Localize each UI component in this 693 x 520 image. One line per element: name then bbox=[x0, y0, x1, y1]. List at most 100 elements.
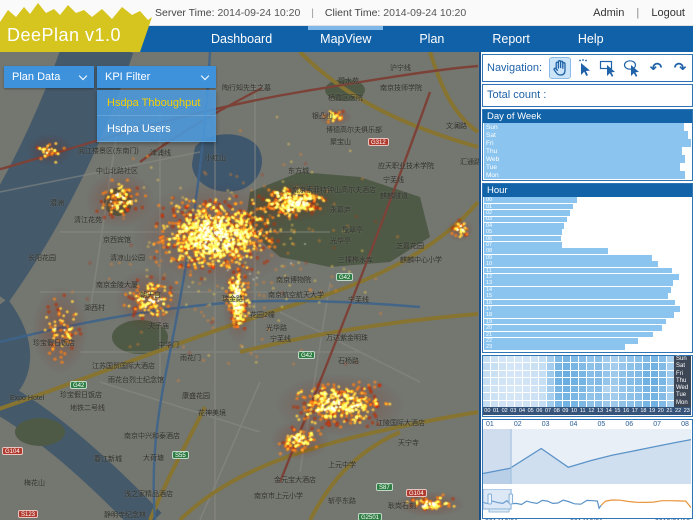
bar-thu bbox=[484, 147, 682, 154]
heatmap-cell bbox=[563, 356, 570, 362]
heatmap-cell bbox=[611, 393, 618, 399]
brush-handle[interactable] bbox=[509, 494, 513, 504]
heatmap-cell bbox=[523, 356, 530, 362]
kpi-option-hsdpa-users[interactable]: Hsdpa Users bbox=[97, 116, 216, 142]
bar-label: Web bbox=[486, 156, 499, 163]
heatmap-day-labels: SunSatFriThuWedTueMon bbox=[674, 356, 691, 407]
heatmap-cell bbox=[627, 386, 634, 392]
hour-panel: Hour 00010203040506070809101112131415161… bbox=[482, 183, 693, 353]
admin-link[interactable]: Admin bbox=[593, 7, 624, 19]
heatmap-cell bbox=[667, 356, 674, 362]
heatmap-hour-labels: 0001020304050607080910111213141516171819… bbox=[483, 407, 691, 415]
map-base-layer bbox=[0, 52, 479, 520]
heatmap-cell bbox=[523, 393, 530, 399]
heatmap-cell bbox=[643, 386, 650, 392]
heatmap-cell bbox=[547, 371, 554, 377]
heatmap-hour-label: 22 bbox=[674, 407, 683, 415]
heatmap-cell bbox=[491, 378, 498, 384]
rect-select-icon bbox=[598, 58, 618, 78]
brush-handle[interactable] bbox=[488, 494, 492, 504]
tab-plan[interactable]: Plan bbox=[395, 26, 468, 52]
heatmap-cell bbox=[539, 393, 546, 399]
redo-button[interactable]: ↷ bbox=[669, 57, 691, 79]
bar-label: 08 bbox=[486, 248, 492, 254]
kpi-option-hsdpa-thboughput[interactable]: Hsdpa Thboughput bbox=[97, 90, 216, 116]
navigation-toolbar: Navigation: bbox=[482, 54, 693, 82]
tab-help[interactable]: Help bbox=[554, 26, 628, 52]
heatmap-cell bbox=[491, 393, 498, 399]
heatmap-cell bbox=[619, 363, 626, 369]
heatmap-cell bbox=[627, 363, 634, 369]
heatmap-cell bbox=[611, 363, 618, 369]
bar-label: 19 bbox=[486, 319, 492, 325]
bar-label: 03 bbox=[486, 216, 492, 222]
chevron-down-icon bbox=[79, 72, 87, 80]
heatmap-cell bbox=[499, 393, 506, 399]
heatmap-cell bbox=[667, 363, 674, 369]
bar-hour-19 bbox=[484, 319, 666, 325]
heatmap-cell bbox=[611, 371, 618, 377]
bar-hour-07 bbox=[484, 242, 562, 248]
bar-label: 16 bbox=[486, 300, 492, 306]
plan-data-dropdown[interactable]: Plan Data bbox=[4, 66, 94, 88]
heatmap-cell bbox=[515, 363, 522, 369]
heatmap-hour-label: 01 bbox=[492, 407, 501, 415]
total-count-box: Total count : bbox=[482, 84, 693, 107]
bar-hour-18 bbox=[484, 312, 674, 318]
pointer-select-button[interactable] bbox=[573, 57, 595, 79]
heatmap-cell bbox=[651, 378, 658, 384]
heatmap-cell bbox=[587, 356, 594, 362]
day-of-week-bar-row: Sat bbox=[484, 131, 691, 139]
bar-label: 15 bbox=[486, 293, 492, 299]
map-canvas-area[interactable]: 碧水苑沪宁线南京技师学院栖霞区医院银凸山博德高尔夫俱乐部聚宝山应天职业技术学院东… bbox=[0, 52, 479, 520]
heatmap-cell bbox=[627, 356, 634, 362]
heatmap-hour-label: 00 bbox=[483, 407, 492, 415]
tab-mapview[interactable]: MapView bbox=[296, 26, 395, 52]
pan-tool-button[interactable] bbox=[549, 57, 571, 79]
brush-selection[interactable] bbox=[483, 489, 511, 509]
bar-hour-12 bbox=[484, 274, 679, 280]
tab-dashboard[interactable]: Dashboard bbox=[187, 26, 296, 52]
undo-button[interactable]: ↶ bbox=[645, 57, 667, 79]
navigation-label: Navigation: bbox=[487, 62, 542, 74]
hour-day-heatmap-panel: SunSatFriThuWedTueMon 000102030405060708… bbox=[482, 355, 693, 417]
heatmap-hour-label: 07 bbox=[544, 407, 553, 415]
heatmap-cell bbox=[499, 356, 506, 362]
heatmap-cell bbox=[579, 371, 586, 377]
heatmap-hour-label: 11 bbox=[578, 407, 587, 415]
tab-report[interactable]: Report bbox=[468, 26, 554, 52]
kpi-filter-dropdown[interactable]: KPI Filter bbox=[97, 66, 216, 88]
bar-label: Mon bbox=[486, 172, 499, 179]
heatmap-cell bbox=[635, 378, 642, 384]
heatmap-cell bbox=[547, 386, 554, 392]
heatmap-cell bbox=[555, 371, 562, 377]
heatmap-cell bbox=[635, 356, 642, 362]
timeline-brush-selector[interactable] bbox=[483, 489, 691, 513]
heatmap-cell bbox=[579, 393, 586, 399]
rect-select-button[interactable] bbox=[597, 57, 619, 79]
right-side-panel: Navigation: bbox=[479, 52, 693, 520]
bar-label: Fri bbox=[486, 140, 494, 147]
heatmap-cell bbox=[659, 393, 666, 399]
circle-select-button[interactable] bbox=[621, 57, 643, 79]
heatmap-cell bbox=[531, 386, 538, 392]
heatmap-cell bbox=[531, 356, 538, 362]
heatmap-cell bbox=[603, 371, 610, 377]
heatmap-cell bbox=[539, 371, 546, 377]
heatmap-cell bbox=[595, 378, 602, 384]
heatmap-cell bbox=[531, 378, 538, 384]
heatmap-cell bbox=[667, 378, 674, 384]
heatmap-cell bbox=[523, 363, 530, 369]
heatmap-hour-label: 17 bbox=[630, 407, 639, 415]
bar-fri bbox=[484, 139, 691, 146]
bar-label: Sat bbox=[486, 132, 496, 139]
pointer-select-icon bbox=[574, 58, 594, 78]
logout-link[interactable]: Logout bbox=[651, 7, 685, 19]
heatmap-cell bbox=[619, 386, 626, 392]
heatmap-cell bbox=[515, 371, 522, 377]
timeline-axis-label: 07 bbox=[653, 420, 661, 429]
heatmap-cell bbox=[523, 386, 530, 392]
heatmap-cell bbox=[627, 393, 634, 399]
heatmap-cell bbox=[539, 363, 546, 369]
heatmap-cell bbox=[507, 386, 514, 392]
